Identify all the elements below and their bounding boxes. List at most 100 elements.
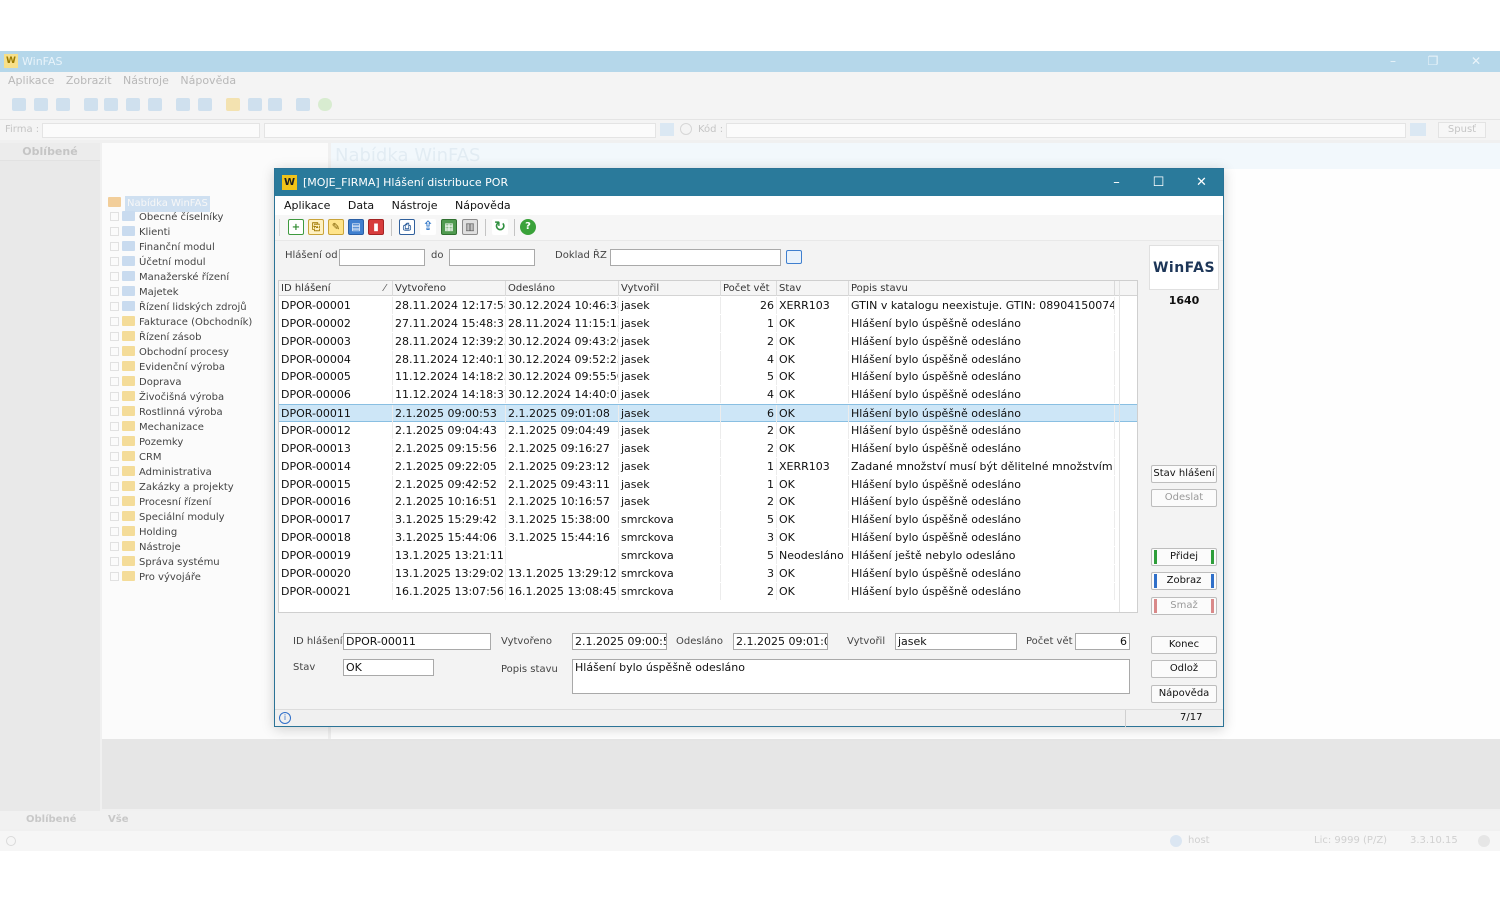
table-row[interactable]: DPOR-00002 27.11.2024 15:48:31 28.11.2024 … [279,314,1137,333]
bg-firma-name-field[interactable] [264,123,656,138]
bg-run-button[interactable]: Spusť [1438,122,1486,138]
tree-item[interactable]: Administrativa [110,465,212,480]
bg-toolbar-icon[interactable] [248,98,262,111]
help-button[interactable]: Nápověda [1151,685,1217,703]
copy-record-icon[interactable]: ⎘ [308,219,324,235]
bg-toolbar-icon[interactable] [12,98,26,111]
bg-toolbar-icon[interactable] [268,98,282,111]
delete-record-icon[interactable]: ▮ [368,219,384,235]
table-row[interactable]: DPOR-00017 3.1.2025 15:29:42 3.1.2025 15:3… [279,511,1137,529]
bg-menu-zobrazit[interactable]: Zobrazit [66,74,112,87]
tree-item[interactable]: Rostlinná výroba [110,405,223,420]
end-button[interactable]: Konec [1151,636,1217,654]
tree-item[interactable]: Obecné číselníky [110,210,223,225]
expand-icon[interactable] [110,272,119,281]
tree-root[interactable]: Nabídka WinFAS [108,196,210,212]
bg-kod-field[interactable] [726,123,1406,138]
info-icon[interactable]: i [279,712,291,724]
expand-icon[interactable] [110,542,119,551]
tree-item[interactable]: Evidenční výroba [110,360,225,375]
expand-icon[interactable] [110,422,119,431]
menu-nastroje[interactable]: Nástroje [387,196,443,215]
menu-napoveda[interactable]: Nápověda [450,196,516,215]
defer-button[interactable]: Odlož [1151,660,1217,678]
tree-item[interactable]: Finanční modul [110,240,215,255]
add-record-icon[interactable]: + [288,219,304,235]
detail-sent-field[interactable]: 2.1.2025 09:01:08 [733,633,828,650]
table-row[interactable]: DPOR-00021 16.1.2025 13:07:56 16.1.2025 13… [279,582,1137,601]
column-header[interactable]: Odesláno [506,281,619,296]
tree-item[interactable]: Fakturace (Obchodník) [110,315,252,330]
expand-icon[interactable] [110,392,119,401]
refresh-icon[interactable]: ↻ [492,219,508,235]
minimize-icon[interactable]: – [1095,169,1138,196]
report-status-button[interactable]: Stav hlášení [1151,465,1217,483]
menu-aplikace[interactable]: Aplikace [279,196,335,215]
show-button[interactable]: Zobraz [1151,572,1217,590]
tree-item[interactable]: Řízení zásob [110,330,201,345]
detail-author-field[interactable]: jasek [895,633,1017,650]
bg-close-icon[interactable]: ✕ [1456,51,1496,72]
bg-settings-icon[interactable] [1478,835,1490,847]
expand-icon[interactable] [110,347,119,356]
table-row[interactable]: DPOR-00013 2.1.2025 09:15:56 2.1.2025 09:1… [279,439,1137,458]
expand-icon[interactable] [110,437,119,446]
detail-desc-field[interactable]: Hlášení bylo úspěšně odesláno [572,659,1130,694]
bg-toolbar-icon[interactable] [226,98,240,111]
expand-icon[interactable] [110,302,119,311]
tree-item[interactable]: Mechanizace [110,420,204,435]
bg-toolbar-icon[interactable] [34,98,48,111]
tree-item[interactable]: Pro vývojáře [110,570,201,585]
tree-item[interactable]: Majetek [110,285,179,300]
expand-icon[interactable] [110,452,119,461]
help-icon[interactable]: ? [520,219,536,235]
expand-icon[interactable] [110,557,119,566]
bg-restore-icon[interactable]: ❐ [1413,51,1453,72]
bg-toolbar-icon[interactable] [148,98,162,111]
close-icon[interactable]: ✕ [1180,169,1223,196]
tree-item[interactable]: Klienti [110,225,170,240]
expand-icon[interactable] [110,317,119,326]
save-record-icon[interactable]: ▤ [348,219,364,235]
column-header[interactable]: Stav [777,281,849,296]
expand-icon[interactable] [110,332,119,341]
expand-icon[interactable] [110,572,119,581]
tree-item[interactable]: CRM [110,450,162,465]
detail-id-field[interactable]: DPOR-00011 [343,633,491,650]
table-row[interactable]: DPOR-00003 28.11.2024 12:39:23 30.12.2024 … [279,332,1137,351]
table-row[interactable]: DPOR-00015 2.1.2025 09:42:52 2.1.2025 09:4… [279,475,1137,494]
bg-tab-favorites[interactable]: Oblíbené [26,811,76,829]
expand-icon[interactable] [110,527,119,536]
expand-icon[interactable] [110,242,119,251]
table-row[interactable]: DPOR-00019 13.1.2025 13:21:11 smrckova 5 Neo… [279,546,1137,565]
detail-count-field[interactable]: 6 [1075,633,1130,650]
table-row[interactable]: DPOR-00020 13.1.2025 13:29:02 13.1.2025 13… [279,564,1137,583]
detail-state-field[interactable]: OK [343,659,434,676]
filter-doc-field[interactable] [610,249,781,266]
tree-item[interactable]: Účetní modul [110,255,206,270]
tree-item[interactable]: Doprava [110,375,181,390]
table-row[interactable]: DPOR-00011 2.1.2025 09:00:53 2.1.2025 09:0… [279,404,1137,423]
expand-icon[interactable] [110,467,119,476]
maximize-icon[interactable]: ☐ [1137,169,1180,196]
table-row[interactable]: DPOR-00005 11.12.2024 14:18:25 30.12.2024 … [279,368,1137,386]
bg-tab-all[interactable]: Vše [108,811,128,829]
tree-item[interactable]: Nástroje [110,540,181,555]
bg-toolbar-icon[interactable] [296,98,310,111]
bg-menu-napoveda[interactable]: Nápověda [180,74,236,87]
tree-item[interactable]: Pozemky [110,435,183,450]
expand-icon[interactable] [110,212,119,221]
tree-item[interactable]: Speciální moduly [110,510,225,525]
expand-icon[interactable] [110,512,119,521]
filter-to-field[interactable] [449,249,535,266]
tree-item[interactable]: Holding [110,525,177,540]
grid-settings-icon[interactable]: ▦ [441,219,457,235]
column-header[interactable]: Popis stavu [849,281,1115,296]
filter-from-field[interactable] [339,249,425,266]
table-row[interactable]: DPOR-00001 28.11.2024 12:17:58 30.12.2024 … [279,297,1137,315]
table-row[interactable]: DPOR-00016 2.1.2025 10:16:51 2.1.2025 10:1… [279,493,1137,511]
bg-toolbar-icon[interactable] [176,98,190,111]
bg-folder-icon[interactable] [1410,123,1426,136]
table-row[interactable]: DPOR-00004 28.11.2024 12:40:17 30.12.2024 … [279,350,1137,369]
column-header[interactable]: Počet vět [721,281,777,296]
